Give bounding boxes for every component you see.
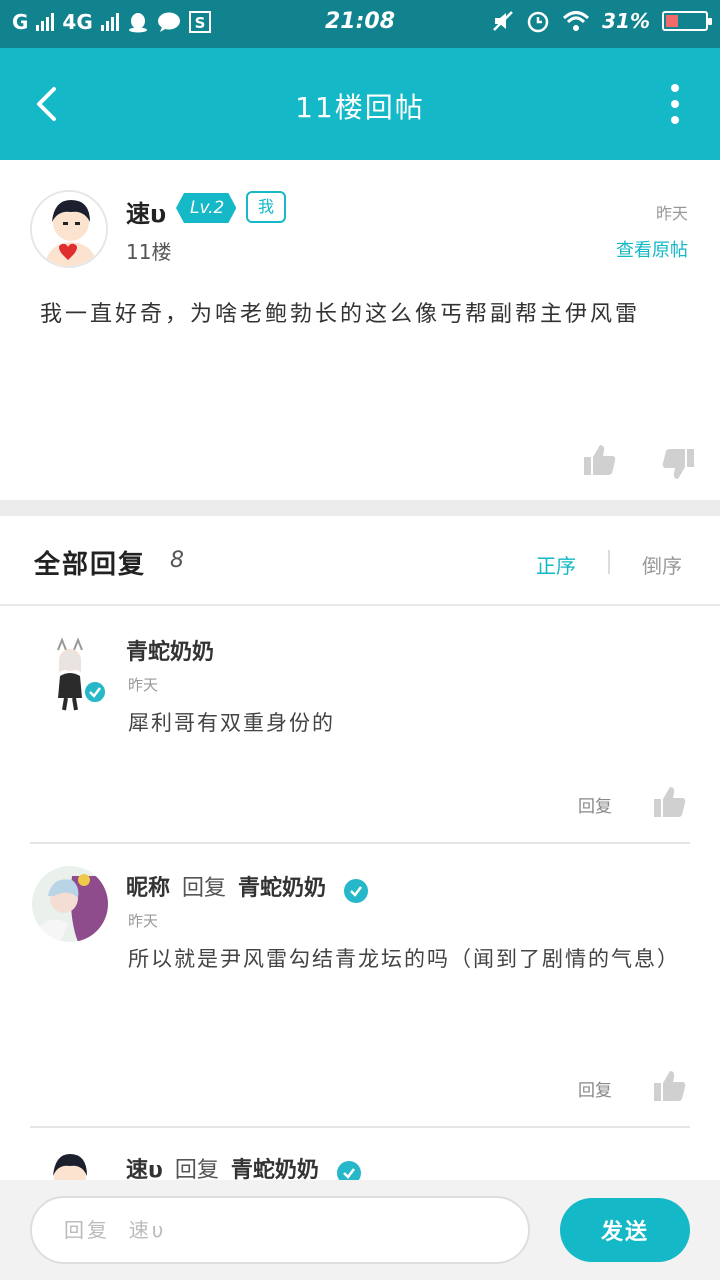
sort-descending-tab[interactable]: 倒序 bbox=[642, 550, 682, 579]
reply-item: 速υ 回复 青蛇奶奶 bbox=[0, 1128, 720, 1180]
thumbs-up-icon[interactable] bbox=[652, 1068, 688, 1104]
avatar-cartoon-icon bbox=[32, 192, 106, 266]
wifi-icon bbox=[563, 11, 590, 31]
verified-badge-icon bbox=[83, 680, 107, 704]
thumbs-up-icon[interactable] bbox=[652, 784, 688, 820]
avatar[interactable] bbox=[40, 1150, 100, 1180]
battery-percent: 31% bbox=[602, 9, 650, 33]
thumbs-down-icon[interactable] bbox=[660, 446, 696, 482]
reply-to-word: 回复 bbox=[174, 1158, 219, 1180]
me-badge: 我 bbox=[246, 191, 286, 223]
app-header: 11楼回帖 bbox=[0, 48, 720, 160]
reply-author-name[interactable]: 青蛇奶奶 bbox=[126, 634, 214, 666]
reply-item: 昵称 回复 青蛇奶奶 昨天 所以就是尹风雷勾结青龙坛的吗（闻到了剧情的气息） 回复 bbox=[0, 844, 720, 1126]
battery-icon bbox=[662, 11, 712, 31]
more-button[interactable] bbox=[660, 84, 690, 124]
reply-author-name[interactable]: 速υ 回复 青蛇奶奶 bbox=[126, 1152, 361, 1180]
avatar[interactable] bbox=[32, 866, 108, 942]
reply-time: 昨天 bbox=[128, 676, 159, 694]
battery-level bbox=[666, 15, 678, 27]
reply-button[interactable]: 回复 bbox=[578, 1076, 612, 1101]
reply-target-name[interactable]: 青蛇奶奶 bbox=[238, 876, 326, 901]
avatar[interactable] bbox=[30, 190, 108, 268]
reply-target-name[interactable]: 青蛇奶奶 bbox=[231, 1158, 319, 1180]
reply-item: 青蛇奶奶 昨天 犀利哥有双重身份的 回复 bbox=[0, 608, 720, 844]
view-original-link[interactable]: 查看原帖 bbox=[616, 236, 688, 262]
post-time: 昨天 bbox=[655, 204, 688, 223]
reply-button[interactable]: 回复 bbox=[578, 792, 612, 817]
post-content: 我一直好奇，为啥老鲍勃长的这么像丐帮副帮主伊风雷 bbox=[40, 302, 641, 327]
reply-author-label: 青蛇奶奶 bbox=[126, 640, 215, 665]
replies-title: 全部回复 bbox=[34, 550, 147, 580]
reply-composer: 发送 bbox=[0, 1180, 720, 1280]
page-title: 11楼回帖 bbox=[295, 91, 425, 124]
replies-header: 全部回复 8 正序 倒序 bbox=[0, 516, 720, 606]
sort-divider bbox=[608, 550, 610, 574]
level-badge: Lv.2 bbox=[176, 193, 236, 223]
avatar-cartoon-icon bbox=[40, 1150, 100, 1180]
status-bar: G 4G S 21:08 31% bbox=[0, 0, 720, 48]
mute-icon bbox=[493, 11, 514, 31]
reply-author-name[interactable]: 昵称 回复 青蛇奶奶 bbox=[126, 870, 368, 903]
more-vertical-icon bbox=[671, 84, 679, 92]
alarm-icon bbox=[527, 11, 549, 33]
main-post: 速υ Lv.2 我 11楼 昨天 查看原帖 我一直好奇，为啥老鲍勃长的这么像丐帮… bbox=[0, 160, 720, 500]
avatar-cartoon-icon bbox=[32, 866, 108, 942]
reply-time: 昨天 bbox=[128, 912, 159, 930]
reply-content: 所以就是尹风雷勾结青龙坛的吗（闻到了剧情的气息） bbox=[128, 947, 680, 971]
send-button[interactable]: 发送 bbox=[560, 1198, 690, 1262]
reply-content: 犀利哥有双重身份的 bbox=[128, 711, 335, 735]
sort-ascending-tab[interactable]: 正序 bbox=[536, 550, 576, 579]
reply-input[interactable] bbox=[30, 1196, 530, 1264]
thumbs-up-icon[interactable] bbox=[582, 442, 618, 478]
replies-count: 8 bbox=[170, 548, 184, 573]
verified-badge-icon bbox=[336, 1161, 361, 1180]
reply-to-word: 回复 bbox=[182, 876, 227, 901]
verified-badge-icon bbox=[343, 879, 368, 903]
reply-author-label: 速υ bbox=[126, 1158, 163, 1180]
post-author-name[interactable]: 速υ bbox=[126, 194, 166, 229]
section-gap bbox=[0, 500, 720, 516]
status-right: 31% bbox=[492, 9, 712, 33]
reply-author-label: 昵称 bbox=[126, 876, 171, 901]
floor-label: 11楼 bbox=[126, 240, 172, 264]
